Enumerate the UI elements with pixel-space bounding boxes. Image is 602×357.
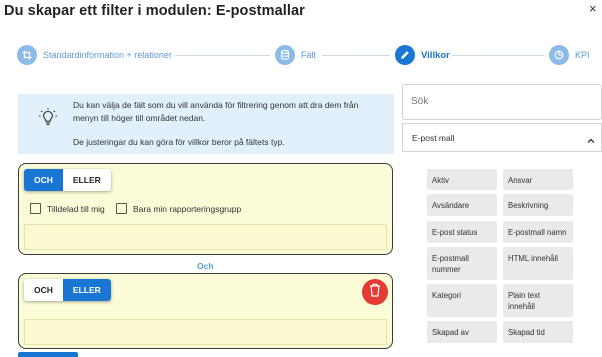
stepper-connector	[452, 55, 544, 56]
step-label: Fält	[301, 50, 317, 60]
field-item[interactable]: Kategori	[427, 284, 497, 317]
trash-icon	[369, 283, 381, 302]
checkbox-only-my-reporting-group[interactable]: Bara min rapporteringsgrupp	[116, 203, 241, 214]
chevron-up-icon	[586, 133, 596, 151]
step-label: Standardinformation + relationer	[43, 50, 172, 60]
and-or-toggle[interactable]: OCH ELLER	[24, 279, 111, 301]
drop-zone[interactable]	[24, 319, 387, 345]
database-icon	[275, 45, 295, 65]
checkbox-label: Tilldelad till mig	[47, 203, 105, 214]
info-text: Du kan välja de fält som du vill använda…	[73, 100, 359, 123]
delete-group-button[interactable]	[362, 279, 388, 305]
field-item[interactable]: Plain text innehåll	[503, 284, 573, 317]
and-or-toggle[interactable]: OCH ELLER	[24, 169, 111, 191]
field-item[interactable]: HTML innehåll	[503, 247, 573, 280]
add-group-button[interactable]	[18, 352, 78, 357]
field-item[interactable]: Avsändare	[427, 194, 497, 216]
field-item[interactable]: Aktiv	[427, 169, 497, 190]
checkbox-label: Bara min rapporteringsgrupp	[133, 203, 242, 214]
module-section-dropdown[interactable]: E-post mall	[402, 123, 602, 152]
filter-group[interactable]: OCH ELLER	[18, 273, 393, 349]
field-item[interactable]: Skapad tid	[503, 321, 573, 343]
step-label: KPI	[575, 50, 590, 60]
info-text: De justeringar du kan göra för villkor b…	[73, 137, 285, 147]
stepper-connector	[175, 55, 270, 56]
step-falt[interactable]: Fält	[275, 45, 316, 65]
dialog-title: Du skapar ett filter i modulen: E-postma…	[4, 3, 305, 19]
field-item[interactable]: Skapad av	[427, 321, 497, 343]
drop-zone[interactable]	[24, 224, 387, 250]
lightbulb-icon	[38, 108, 58, 131]
filter-group[interactable]: OCH ELLER Tilldelad till mig Bara min ra…	[18, 163, 393, 255]
checkbox[interactable]	[116, 203, 127, 214]
info-box: Du kan välja de fält som du vill använda…	[18, 94, 394, 154]
search-placeholder: Sök	[411, 96, 429, 107]
step-standardinformation[interactable]: Standardinformation + relationer	[17, 45, 172, 65]
group-connector-label: Och	[197, 261, 214, 271]
step-label: Villkor	[421, 49, 450, 61]
checkbox-assigned-to-me[interactable]: Tilldelad till mig	[30, 203, 105, 214]
section-label: E-post mall	[412, 133, 455, 143]
close-button[interactable]: ×	[589, 1, 597, 16]
field-item[interactable]: E-postmall namn	[503, 221, 573, 243]
step-kpi[interactable]: KPI	[549, 45, 590, 65]
or-option[interactable]: ELLER	[63, 169, 111, 191]
pencil-icon	[395, 45, 415, 65]
field-item[interactable]: E-postmall nummer	[427, 247, 497, 280]
field-item[interactable]: Beskrivning	[503, 194, 573, 216]
checkbox[interactable]	[30, 203, 41, 214]
stepper-connector	[322, 55, 390, 56]
field-item[interactable]: Ansvar	[503, 169, 573, 190]
pie-chart-icon	[549, 45, 569, 65]
crop-icon	[17, 45, 37, 65]
field-item[interactable]: E-post status	[427, 221, 497, 243]
and-option[interactable]: OCH	[24, 279, 63, 301]
and-option[interactable]: OCH	[24, 169, 63, 191]
step-villkor[interactable]: Villkor	[395, 45, 450, 65]
or-option[interactable]: ELLER	[62, 279, 111, 301]
search-input[interactable]: Sök	[402, 84, 602, 120]
